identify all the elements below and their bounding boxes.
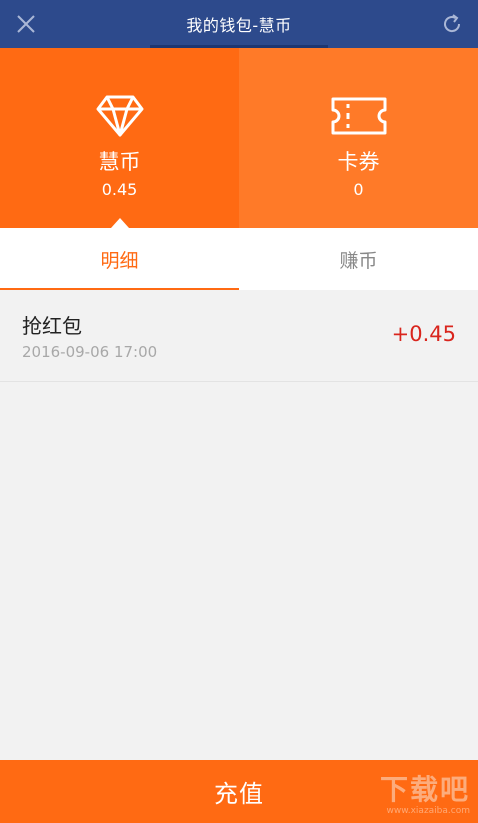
selected-pointer (110, 218, 129, 228)
tab-earn-coins[interactable]: 赚币 (239, 228, 478, 290)
close-icon (17, 15, 35, 33)
tab-bar: 明细 赚币 (0, 228, 478, 290)
coupon-tile[interactable]: 卡券 0 (239, 48, 478, 228)
ticket-icon (330, 94, 388, 138)
transaction-amount: +0.45 (391, 322, 456, 346)
transaction-time: 2016-09-06 17:00 (22, 343, 158, 361)
page-title: 我的钱包-慧币 (186, 16, 292, 35)
tab-details[interactable]: 明细 (0, 228, 239, 290)
watermark-url: www.xiazaiba.com (386, 805, 470, 816)
top-bar: 我的钱包-慧币 (0, 0, 478, 48)
watermark: 下载吧 www.xiazaiba.com (380, 760, 470, 823)
refresh-button[interactable] (438, 10, 466, 38)
recharge-label: 充值 (214, 780, 264, 808)
transaction-name: 抢红包 (22, 314, 82, 338)
coin-label: 慧币 (98, 150, 141, 174)
coin-value: 0.45 (101, 180, 138, 199)
wallet-summary: 慧币 0.45 卡券 0 (0, 48, 478, 228)
diamond-icon (95, 94, 145, 138)
transaction-list: 抢红包 2016-09-06 17:00 +0.45 (0, 290, 478, 382)
coupon-label: 卡券 (337, 150, 380, 174)
coupon-value: 0 (353, 180, 364, 199)
refresh-icon (444, 14, 461, 33)
watermark-logo: 下载吧 (379, 772, 470, 806)
close-button[interactable] (12, 10, 40, 38)
transaction-row[interactable]: 抢红包 2016-09-06 17:00 +0.45 (0, 290, 478, 382)
coin-tile[interactable]: 慧币 0.45 (0, 48, 239, 228)
